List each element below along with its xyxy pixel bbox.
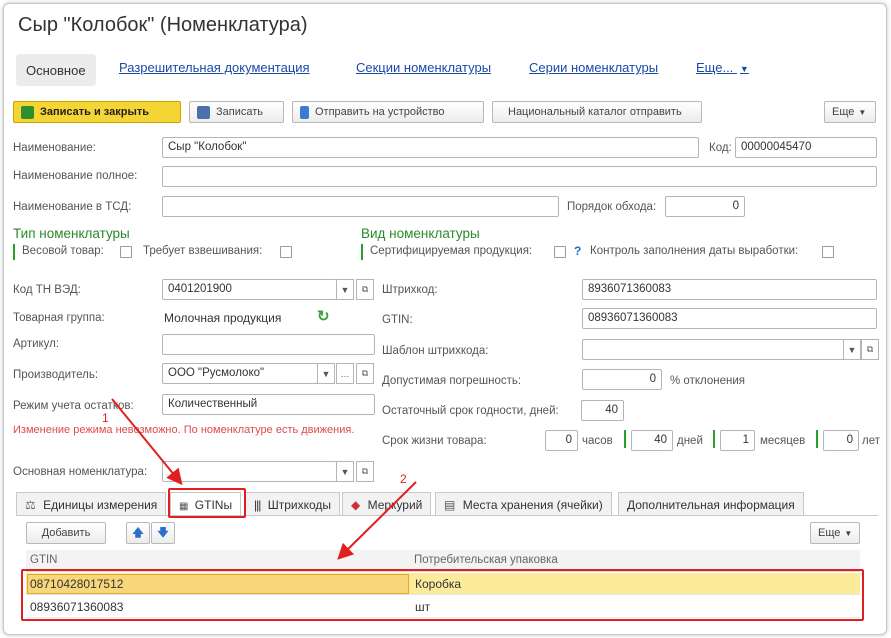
annotation-label-1: 1 [102,411,109,425]
window: Сыр "Колобок" (Номенклатура) Основное Ра… [3,3,887,635]
arrow-2 [337,481,417,560]
annotation-arrows [111,398,417,560]
arrow-1 [111,398,183,486]
annotation-label-2: 2 [400,472,407,486]
